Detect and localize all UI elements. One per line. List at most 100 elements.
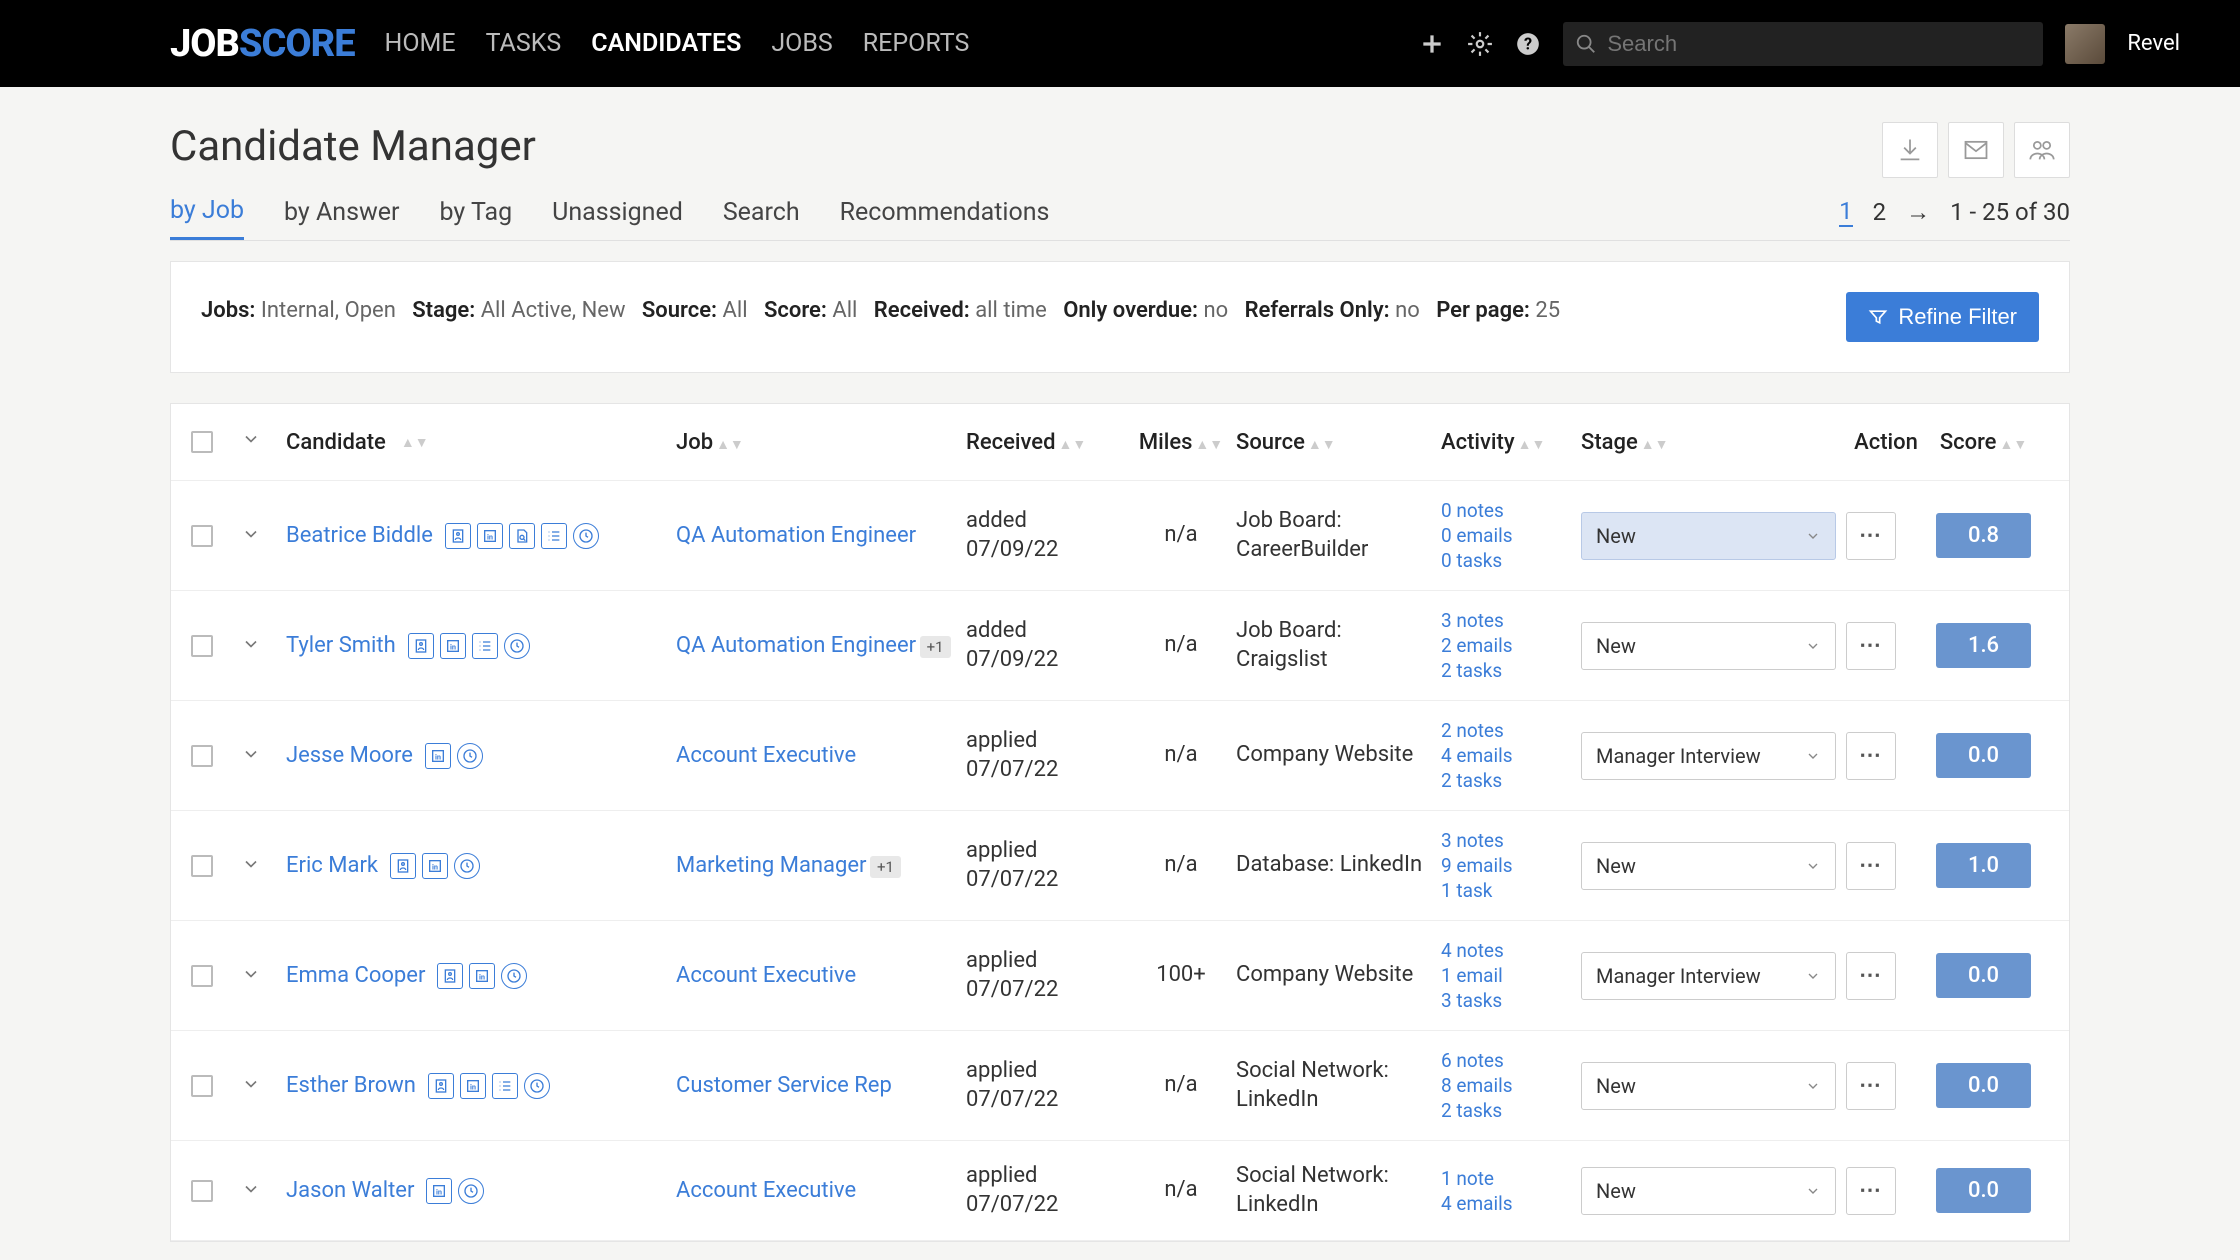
- nav-reports[interactable]: REPORTS: [863, 29, 970, 58]
- refine-filter-button[interactable]: Refine Filter: [1846, 292, 2039, 342]
- group-button[interactable]: [2014, 122, 2070, 178]
- tasks-link[interactable]: 2 tasks: [1441, 769, 1571, 792]
- linkedin-icon[interactable]: in: [440, 633, 466, 659]
- candidate-name-link[interactable]: Emma Cooper: [286, 963, 425, 988]
- nav-home[interactable]: HOME: [385, 29, 456, 58]
- candidate-name-link[interactable]: Eric Mark: [286, 853, 378, 878]
- job-link[interactable]: QA Automation Engineer: [676, 523, 916, 548]
- notes-link[interactable]: 2 notes: [1441, 719, 1571, 742]
- clock-icon[interactable]: [504, 633, 530, 659]
- username[interactable]: Revel: [2127, 31, 2180, 56]
- emails-link[interactable]: 4 emails: [1441, 744, 1571, 767]
- row-expand[interactable]: [241, 964, 276, 988]
- clock-icon[interactable]: [524, 1073, 550, 1099]
- candidate-name-link[interactable]: Beatrice Biddle: [286, 523, 433, 548]
- list-icon[interactable]: [492, 1073, 518, 1099]
- linkedin-icon[interactable]: in: [460, 1073, 486, 1099]
- row-checkbox[interactable]: [191, 1075, 213, 1097]
- col-activity[interactable]: Activity▲▼: [1441, 430, 1571, 455]
- row-actions-button[interactable]: ⋯: [1846, 622, 1896, 670]
- stage-select[interactable]: New: [1581, 1167, 1836, 1215]
- row-expand[interactable]: [241, 634, 276, 658]
- clock-icon[interactable]: [454, 853, 480, 879]
- job-link[interactable]: Customer Service Rep: [676, 1073, 892, 1098]
- emails-link[interactable]: 4 emails: [1441, 1192, 1571, 1215]
- row-actions-button[interactable]: ⋯: [1846, 952, 1896, 1000]
- emails-link[interactable]: 1 email: [1441, 964, 1571, 987]
- row-checkbox[interactable]: [191, 525, 213, 547]
- clock-icon[interactable]: [573, 523, 599, 549]
- tasks-link[interactable]: 3 tasks: [1441, 989, 1571, 1012]
- tasks-link[interactable]: 2 tasks: [1441, 1099, 1571, 1122]
- row-checkbox[interactable]: [191, 745, 213, 767]
- row-checkbox[interactable]: [191, 855, 213, 877]
- nav-tasks[interactable]: TASKS: [486, 29, 562, 58]
- row-actions-button[interactable]: ⋯: [1846, 1062, 1896, 1110]
- row-checkbox[interactable]: [191, 1180, 213, 1202]
- resume-icon[interactable]: [437, 963, 463, 989]
- help-icon[interactable]: ?: [1515, 31, 1541, 57]
- gear-icon[interactable]: [1467, 31, 1493, 57]
- stage-select[interactable]: Manager Interview: [1581, 952, 1836, 1000]
- candidate-name-link[interactable]: Esther Brown: [286, 1073, 416, 1098]
- notes-link[interactable]: 0 notes: [1441, 499, 1571, 522]
- row-checkbox[interactable]: [191, 635, 213, 657]
- notes-link[interactable]: 3 notes: [1441, 829, 1571, 852]
- page-1[interactable]: 1: [1839, 197, 1853, 227]
- page-2[interactable]: 2: [1873, 198, 1887, 226]
- notes-link[interactable]: 6 notes: [1441, 1049, 1571, 1072]
- tab-recommendations[interactable]: Recommendations: [840, 198, 1050, 239]
- row-actions-button[interactable]: ⋯: [1846, 732, 1896, 780]
- job-link[interactable]: Account Executive: [676, 1178, 856, 1203]
- job-link[interactable]: Marketing Manager: [676, 853, 867, 878]
- tab-by-answer[interactable]: by Answer: [284, 198, 399, 239]
- row-expand[interactable]: [241, 524, 276, 548]
- nav-candidates[interactable]: CANDIDATES: [591, 29, 741, 58]
- row-expand[interactable]: [241, 1074, 276, 1098]
- expand-all[interactable]: [241, 429, 276, 455]
- linkedin-icon[interactable]: in: [425, 743, 451, 769]
- notes-link[interactable]: 3 notes: [1441, 609, 1571, 632]
- emails-link[interactable]: 0 emails: [1441, 524, 1571, 547]
- resume-icon[interactable]: [390, 853, 416, 879]
- col-received[interactable]: Received▲▼: [966, 430, 1126, 455]
- emails-link[interactable]: 8 emails: [1441, 1074, 1571, 1097]
- col-score[interactable]: Score▲▼: [1936, 430, 2031, 455]
- notes-link[interactable]: 1 note: [1441, 1167, 1571, 1190]
- resume-icon[interactable]: [445, 523, 471, 549]
- tab-by-job[interactable]: by Job: [170, 196, 244, 240]
- row-expand[interactable]: [241, 1179, 276, 1203]
- tab-search[interactable]: Search: [723, 198, 800, 239]
- row-actions-button[interactable]: ⋯: [1846, 512, 1896, 560]
- tasks-link[interactable]: 0 tasks: [1441, 549, 1571, 572]
- clock-icon[interactable]: [501, 963, 527, 989]
- download-button[interactable]: [1882, 122, 1938, 178]
- job-link[interactable]: QA Automation Engineer: [676, 633, 916, 658]
- candidate-name-link[interactable]: Tyler Smith: [286, 633, 396, 658]
- doc-icon[interactable]: [509, 523, 535, 549]
- resume-icon[interactable]: [408, 633, 434, 659]
- stage-select[interactable]: New: [1581, 842, 1836, 890]
- col-job[interactable]: Job▲▼: [676, 430, 956, 455]
- row-expand[interactable]: [241, 854, 276, 878]
- linkedin-icon[interactable]: in: [426, 1178, 452, 1204]
- emails-link[interactable]: 2 emails: [1441, 634, 1571, 657]
- row-actions-button[interactable]: ⋯: [1846, 842, 1896, 890]
- resume-icon[interactable]: [428, 1073, 454, 1099]
- col-stage[interactable]: Stage▲▼: [1581, 430, 1836, 455]
- candidate-name-link[interactable]: Jason Walter: [286, 1178, 414, 1203]
- tasks-link[interactable]: 2 tasks: [1441, 659, 1571, 682]
- stage-select[interactable]: New: [1581, 512, 1836, 560]
- email-button[interactable]: [1948, 122, 2004, 178]
- avatar[interactable]: [2065, 24, 2105, 64]
- search-box[interactable]: [1563, 22, 2043, 66]
- col-miles[interactable]: Miles▲▼: [1136, 430, 1226, 455]
- select-all-checkbox[interactable]: [191, 431, 213, 453]
- stage-select[interactable]: New: [1581, 1062, 1836, 1110]
- linkedin-icon[interactable]: in: [469, 963, 495, 989]
- col-candidate[interactable]: Candidate▲▼: [286, 430, 666, 455]
- job-link[interactable]: Account Executive: [676, 963, 856, 988]
- stage-select[interactable]: Manager Interview: [1581, 732, 1836, 780]
- clock-icon[interactable]: [457, 743, 483, 769]
- row-actions-button[interactable]: ⋯: [1846, 1167, 1896, 1215]
